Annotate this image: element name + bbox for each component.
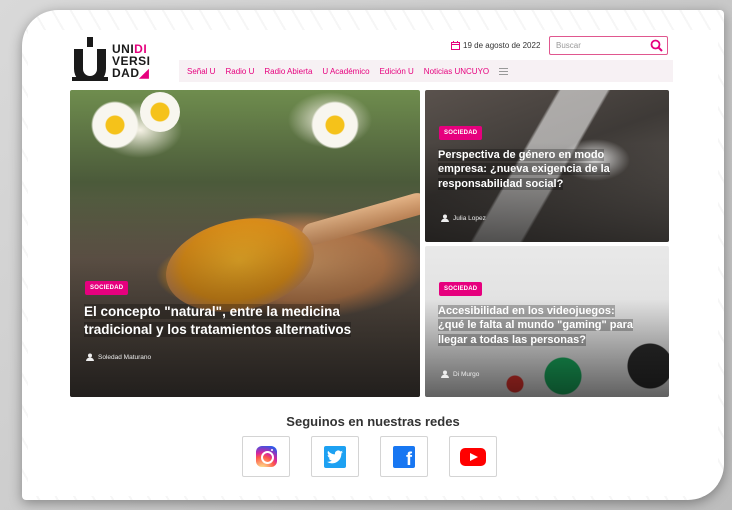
article-author: Soledad Maturano — [86, 353, 151, 361]
article-card-bottom-right[interactable]: SOCIEDAD Accesibilidad en los videojuego… — [425, 246, 669, 397]
author-name: Di Murgo — [453, 370, 480, 378]
article-title-line: llegar a todas las personas? — [438, 333, 586, 346]
article-title-line: El concepto "natural", entre la medicina — [84, 304, 340, 319]
twitter-bird-icon — [327, 449, 343, 463]
logo-wordmark: UNIDI VERSI DAD◢ — [112, 43, 164, 79]
twitter-icon — [324, 445, 346, 468]
flower-decoration — [140, 92, 180, 132]
article-title-line: Accesibilidad en los videojuegos: — [438, 305, 615, 317]
facebook-icon: f — [393, 445, 415, 468]
article-title-line: Perspectiva de género en modo — [438, 149, 605, 161]
logo-triangle-icon: ◢ — [139, 66, 150, 80]
article-title-line: tradicional y los tratamientos alternati… — [84, 321, 352, 337]
social-heading: Seguinos en nuestras redes — [286, 414, 460, 429]
nav-item-edicion-u[interactable]: Edición U — [380, 67, 414, 76]
article-title-line: empresa: ¿nueva exigencia de la — [438, 163, 610, 176]
user-icon — [86, 353, 94, 361]
date-text: 19 de agosto de 2022 — [463, 41, 541, 50]
logo-u-mark-icon — [72, 37, 108, 81]
user-icon — [441, 214, 449, 222]
image-shade — [70, 197, 420, 397]
category-badge[interactable]: SOCIEDAD — [439, 282, 483, 296]
nav-item-u-academico[interactable]: U Académico — [322, 67, 369, 76]
nav-item-radio-abierta[interactable]: Radio Abierta — [264, 67, 312, 76]
site-logo[interactable]: UNIDI VERSI DAD◢ — [72, 37, 162, 83]
article-title[interactable]: El concepto "natural", entre la medicina… — [84, 303, 414, 338]
article-author: Julia Lopez — [441, 214, 486, 222]
search-placeholder: Buscar — [556, 41, 581, 50]
article-author: Di Murgo — [441, 370, 479, 378]
youtube-button[interactable] — [449, 436, 497, 477]
facebook-button[interactable]: f — [380, 436, 428, 477]
nav-item-noticias-uncuyo[interactable]: Noticias UNCUYO — [424, 67, 489, 76]
browser-frame: UNIDI VERSI DAD◢ 19 de agosto de 2022 Bu… — [22, 10, 724, 500]
article-card-main[interactable]: SOCIEDAD El concepto "natural", entre la… — [70, 90, 420, 397]
youtube-icon — [460, 447, 486, 466]
social-links: f — [242, 436, 497, 477]
current-date: 19 de agosto de 2022 — [451, 41, 540, 50]
author-name: Julia Lopez — [453, 214, 486, 222]
author-name: Soledad Maturano — [98, 353, 152, 361]
flower-decoration — [90, 100, 140, 150]
instagram-icon — [255, 446, 277, 467]
article-title-line: ¿qué le falta al mundo "gaming" para — [438, 319, 634, 332]
main-nav: Señal U Radio U Radio Abierta U Académic… — [179, 60, 673, 82]
article-title-line: responsabilidad social? — [438, 177, 564, 190]
user-icon — [441, 370, 449, 378]
nav-item-senal-u[interactable]: Señal U — [187, 67, 215, 76]
search-input[interactable]: Buscar — [549, 36, 668, 55]
nav-item-radio-u[interactable]: Radio U — [225, 67, 254, 76]
logo-line-4: DAD — [112, 66, 140, 80]
hamburger-menu-icon[interactable] — [499, 67, 509, 75]
instagram-button[interactable] — [242, 436, 290, 477]
category-badge[interactable]: SOCIEDAD — [439, 126, 483, 140]
article-title[interactable]: Accesibilidad en los videojuegos: ¿qué l… — [438, 304, 668, 347]
calendar-icon — [451, 41, 460, 50]
article-card-top-right[interactable]: SOCIEDAD Perspectiva de género en modo e… — [425, 90, 669, 242]
page: UNIDI VERSI DAD◢ 19 de agosto de 2022 Bu… — [28, 30, 718, 496]
search-icon[interactable] — [650, 39, 663, 52]
article-title[interactable]: Perspectiva de género en modo empresa: ¿… — [438, 148, 666, 191]
flower-decoration — [310, 100, 360, 150]
category-badge[interactable]: SOCIEDAD — [85, 281, 129, 295]
twitter-button[interactable] — [311, 436, 359, 477]
